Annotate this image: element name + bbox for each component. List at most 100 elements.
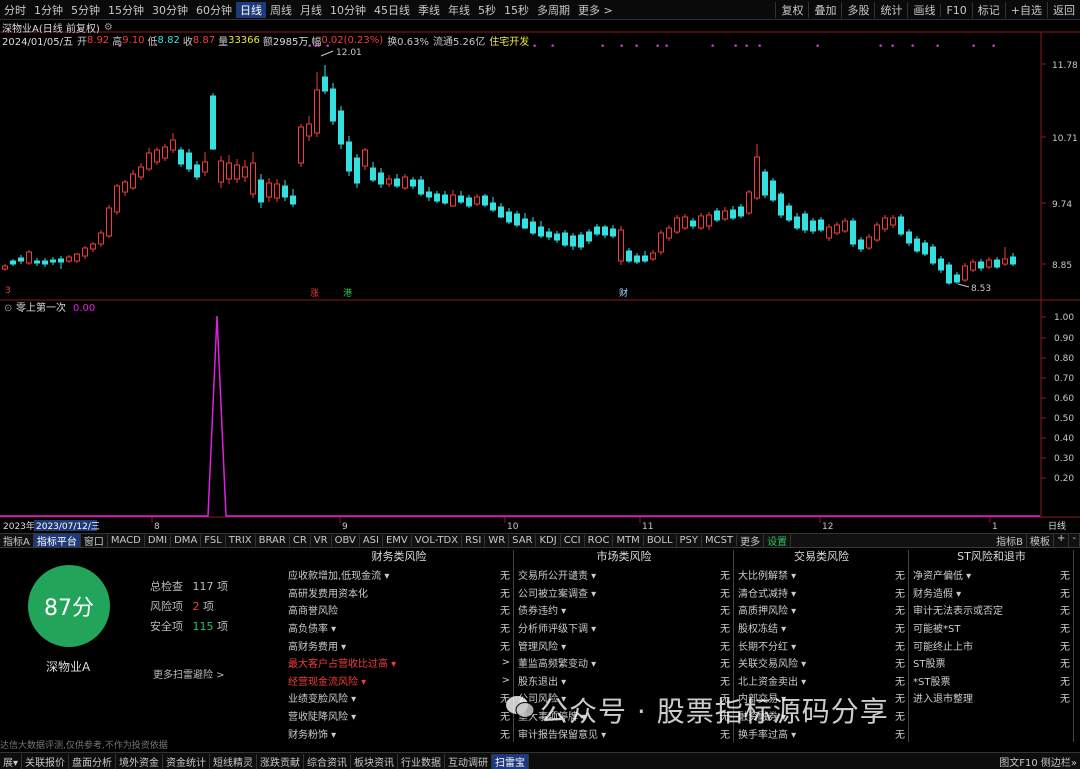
indicator-tab[interactable]: 窗口 [81, 534, 108, 547]
footer-tab[interactable]: 短线精灵 [210, 753, 258, 769]
indicator-tab[interactable]: FSL [201, 535, 226, 546]
risk-row[interactable]: 财务造假 ▾ 无 [909, 584, 1074, 602]
risk-row[interactable]: 财务粉饰 ▾ 无 [284, 724, 514, 742]
indicator-tab[interactable]: MTM [613, 535, 644, 546]
risk-row[interactable]: 审计无法表示或否定 无 [909, 601, 1074, 619]
toolbar-button[interactable]: 标记 [971, 2, 1005, 18]
footer-tab[interactable]: 资金统计 [163, 753, 211, 769]
indicator-tab[interactable]: MACD [108, 535, 145, 546]
indicator-tab[interactable]: 指标平台 [33, 534, 81, 547]
kline-chart[interactable]: 11.7810.719.748.85• • •• • • • • • • • • • • • • • • • • • •… [0, 20, 1080, 532]
event-tag[interactable]: 3 [5, 286, 11, 296]
risk-row[interactable]: 股权冻结 ▾ 无 [734, 619, 909, 637]
period-tab[interactable]: 分时 [0, 2, 30, 18]
risk-row[interactable]: 管理风险 ▾ 无 [514, 636, 734, 654]
risk-row[interactable]: 净资产偏低 ▾ 无 [909, 566, 1074, 584]
footer-tab[interactable]: 涨跌贡献 [257, 753, 305, 769]
indicator-tab[interactable]: CR [290, 535, 311, 546]
period-tab[interactable]: 15分钟 [104, 2, 148, 18]
indicator-tab[interactable]: VR [311, 535, 332, 546]
indicator-tab[interactable]: CCI [561, 535, 585, 546]
tabs-right-button[interactable]: + [1054, 534, 1070, 547]
risk-row[interactable]: 公司被立案调查 ▾ 无 [514, 584, 734, 602]
risk-row[interactable]: 北上资金卖出 ▾ 无 [734, 672, 909, 690]
risk-row[interactable]: 交易所公开谴责 ▾ 无 [514, 566, 734, 584]
risk-row[interactable]: 经营现金流风险 ▾ > [284, 672, 514, 690]
footer-tab[interactable]: 境外资金 [116, 753, 164, 769]
toolbar-button[interactable]: F10 [940, 3, 971, 17]
toolbar-button[interactable]: 画线 [907, 2, 940, 18]
indicator-tab[interactable]: 设置 [764, 534, 792, 547]
period-tab[interactable]: 更多 > [574, 2, 617, 18]
tabs-right-button[interactable]: - [1069, 534, 1080, 547]
risk-row[interactable]: 高研发费用资本化 无 [284, 584, 514, 602]
period-tab[interactable]: 多周期 [533, 2, 574, 18]
toolbar-button[interactable]: 返回 [1047, 2, 1080, 18]
risk-row[interactable]: 债券违约 ▾ 无 [514, 601, 734, 619]
period-tab[interactable]: 15秒 [500, 2, 533, 18]
tabs-right-button[interactable]: 指标B [993, 534, 1027, 547]
footer-tab[interactable]: 互动调研 [445, 753, 493, 769]
period-tab[interactable]: 年线 [444, 2, 474, 18]
risk-row[interactable]: 大比例解禁 ▾ 无 [734, 566, 909, 584]
risk-row[interactable]: 业绩变脸风险 ▾ 无 [284, 689, 514, 707]
period-tab[interactable]: 周线 [266, 2, 296, 18]
footer-tab[interactable]: 行业数据 [398, 753, 446, 769]
risk-row[interactable]: *ST股票 无 [909, 672, 1074, 690]
toolbar-button[interactable]: 复权 [775, 2, 808, 18]
period-tab[interactable]: 30分钟 [148, 2, 192, 18]
risk-row[interactable]: 董监高频繁变动 ▾ 无 [514, 654, 734, 672]
toolbar-button[interactable]: 多股 [841, 2, 874, 18]
indicator-tab[interactable]: 指标A [0, 534, 34, 547]
toolbar-button[interactable]: 统计 [874, 2, 907, 18]
indicator-tab[interactable]: ASI [360, 535, 383, 546]
indicator-settings-icon[interactable]: ⊙ [4, 303, 12, 314]
risk-row[interactable]: 可能被*ST 无 [909, 619, 1074, 637]
indicator-tab[interactable]: MCST [702, 535, 738, 546]
period-tab[interactable]: 60分钟 [192, 2, 236, 18]
indicator-tab[interactable]: EMV [383, 535, 412, 546]
risk-row[interactable]: 分析师评级下调 ▾ 无 [514, 619, 734, 637]
footer-tab[interactable]: 板块资讯 [351, 753, 399, 769]
footer-tab[interactable]: 综合资讯 [304, 753, 352, 769]
event-tag[interactable]: 财 [619, 287, 628, 299]
indicator-tab[interactable]: DMI [145, 535, 172, 546]
tabs-right-button[interactable]: 模板 [1027, 534, 1054, 547]
indicator-tab[interactable]: TRIX [226, 535, 256, 546]
sector[interactable]: 住宅开发 [489, 33, 529, 48]
indicator-tab[interactable]: OBV [332, 535, 360, 546]
risk-row[interactable]: 应收款增加,低现金流 ▾ 无 [284, 566, 514, 584]
risk-row[interactable]: 长期不分红 ▾ 无 [734, 636, 909, 654]
risk-row[interactable]: 可能终止上市 无 [909, 636, 1074, 654]
period-tab[interactable]: 日线 [236, 1, 266, 18]
footer-tab[interactable]: 扫雷宝 [492, 753, 530, 769]
risk-row[interactable]: 关联交易风险 ▾ 无 [734, 654, 909, 672]
risk-row[interactable]: 高商誉风险 无 [284, 601, 514, 619]
indicator-tab[interactable]: 更多 [737, 534, 765, 547]
footer-tab[interactable]: 盘面分析 [69, 753, 117, 769]
footer-tab[interactable]: 关联报价 [22, 753, 70, 769]
footer-tab[interactable]: 展▾ [0, 753, 23, 769]
risk-row[interactable]: 高财务费用 ▾ 无 [284, 636, 514, 654]
risk-row[interactable]: 进入退市整理 无 [909, 689, 1074, 707]
footer-right[interactable]: 图文F10 侧边栏» [996, 754, 1080, 769]
toolbar-button[interactable]: +自选 [1004, 2, 1047, 18]
risk-row[interactable]: 高负债率 ▾ 无 [284, 619, 514, 637]
risk-row[interactable]: 清仓式减持 ▾ 无 [734, 584, 909, 602]
indicator-tab[interactable]: DMA [171, 535, 202, 546]
indicator-tab[interactable]: RSI [462, 535, 486, 546]
risk-row[interactable]: ST股票 无 [909, 654, 1074, 672]
period-tab[interactable]: 45日线 [370, 2, 414, 18]
period-tab[interactable]: 季线 [414, 2, 444, 18]
indicator-tab[interactable]: BOLL [644, 535, 677, 546]
indicator-tab[interactable]: PSY [677, 535, 703, 546]
risk-row[interactable]: 股东退出 ▾ 无 [514, 672, 734, 690]
indicator-tab[interactable]: KDJ [536, 535, 561, 546]
event-tag[interactable]: 涨 [310, 288, 319, 299]
indicator-tab[interactable]: BRAR [256, 535, 290, 546]
toolbar-button[interactable]: 叠加 [808, 2, 841, 18]
indicator-tab[interactable]: SAR [509, 535, 537, 546]
period-tab[interactable]: 5秒 [474, 2, 500, 18]
more-scan-link[interactable]: 更多扫雷避险 > [153, 666, 225, 681]
risk-row[interactable]: 最大客户占营收比过高 ▾ > [284, 654, 514, 672]
